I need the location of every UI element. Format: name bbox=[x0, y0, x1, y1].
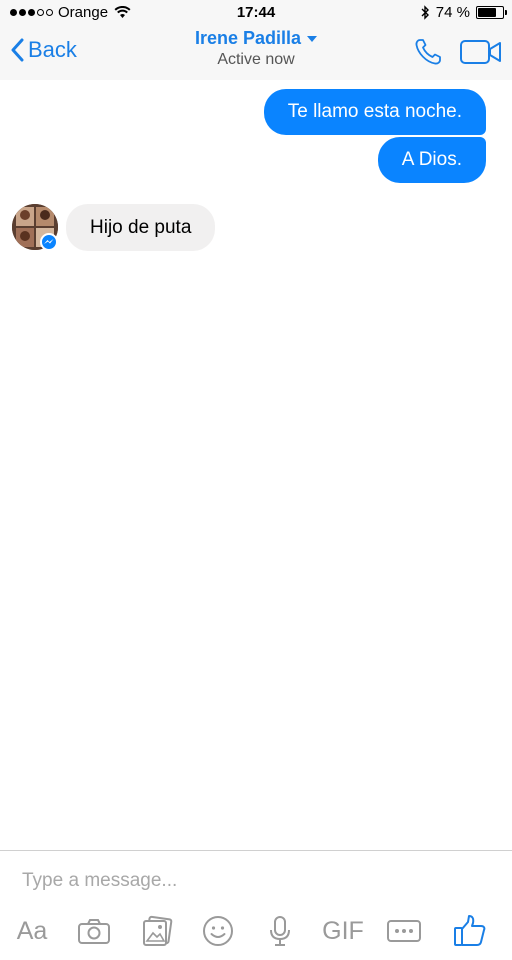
conversation-header: Back Irene Padilla Active now bbox=[0, 26, 512, 80]
more-options-button[interactable] bbox=[384, 909, 424, 953]
contact-name: Irene Padilla bbox=[194, 28, 302, 48]
message-thread: Te llamo esta noche. A Dios. Hijo de put… bbox=[0, 80, 512, 850]
contact-name-button[interactable]: Irene Padilla bbox=[194, 28, 318, 49]
gallery-icon bbox=[143, 915, 173, 946]
video-call-icon[interactable] bbox=[460, 39, 502, 65]
gif-button[interactable]: GIF bbox=[318, 909, 368, 953]
microphone-icon bbox=[270, 916, 290, 946]
composer-toolbar: Aa GIF bbox=[0, 909, 512, 953]
battery-level-fill bbox=[478, 8, 496, 17]
photo-gallery-button[interactable] bbox=[137, 909, 177, 953]
voice-clip-button[interactable] bbox=[260, 909, 300, 953]
text-format-label: Aa bbox=[16, 916, 48, 945]
smiley-icon bbox=[203, 916, 233, 946]
messenger-badge-icon bbox=[40, 233, 58, 251]
emoji-button[interactable] bbox=[198, 909, 238, 953]
status-right: 74 % bbox=[421, 4, 507, 21]
battery-icon bbox=[476, 6, 507, 19]
caret-down-icon bbox=[307, 35, 318, 42]
battery-percentage: 74 % bbox=[435, 4, 470, 21]
incoming-message[interactable]: Hijo de puta bbox=[66, 204, 216, 251]
message-input[interactable] bbox=[22, 867, 482, 895]
text-format-button[interactable]: Aa bbox=[12, 909, 52, 953]
camera-icon bbox=[78, 919, 110, 944]
status-bar: Orange 17:44 74 % bbox=[0, 0, 512, 26]
camera-button[interactable] bbox=[74, 909, 114, 953]
phone-call-icon[interactable] bbox=[414, 38, 442, 66]
thumbs-up-icon bbox=[454, 915, 486, 946]
call-actions bbox=[414, 38, 502, 66]
outgoing-message[interactable]: Te llamo esta noche. bbox=[263, 89, 486, 135]
more-icon bbox=[387, 920, 421, 942]
gif-label: GIF bbox=[322, 916, 364, 945]
like-button[interactable] bbox=[450, 909, 490, 953]
message-composer: Aa bbox=[0, 850, 512, 960]
outgoing-message[interactable]: A Dios. bbox=[377, 137, 486, 183]
bluetooth-icon bbox=[421, 5, 429, 20]
